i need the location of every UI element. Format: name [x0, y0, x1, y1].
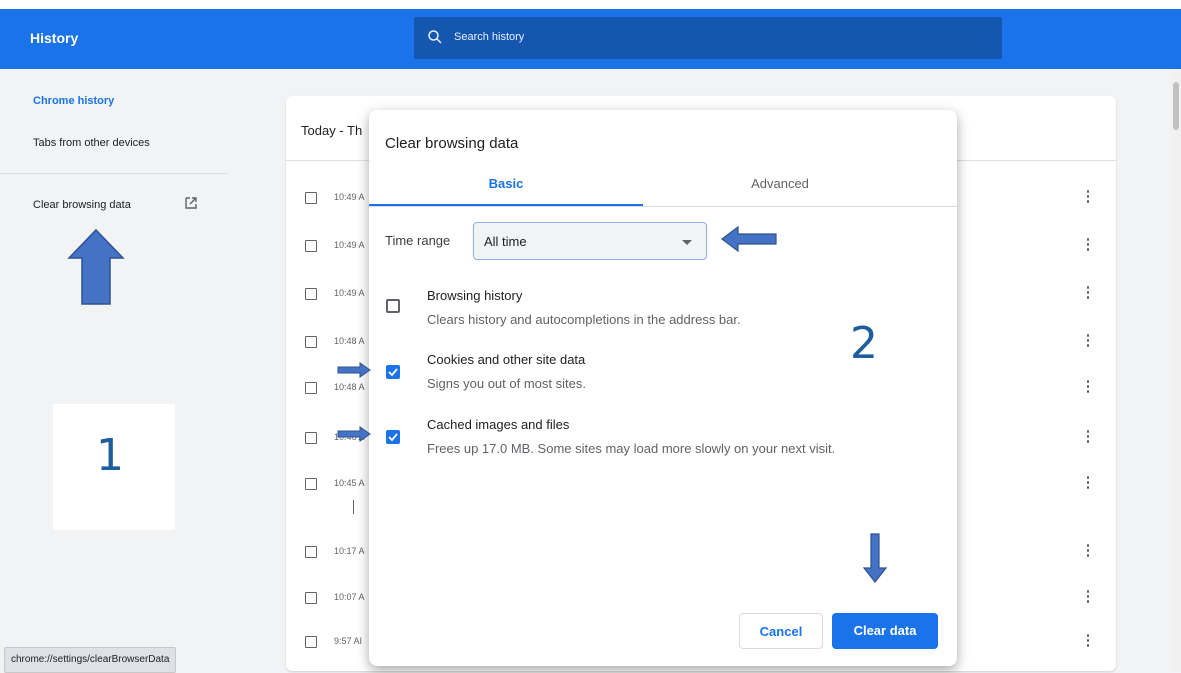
annotation-left-arrow — [721, 225, 777, 253]
tab-advanced[interactable]: Advanced — [643, 176, 917, 191]
more-vert-icon[interactable] — [1086, 380, 1090, 394]
check-icon — [388, 368, 398, 377]
sidebar-item-tabs-from-other-devices[interactable]: Tabs from other devices — [33, 137, 150, 149]
more-vert-icon[interactable] — [1086, 190, 1090, 204]
checkbox-cookies[interactable] — [386, 365, 400, 379]
row-time: 10:49 A — [334, 240, 365, 250]
dialog-title: Clear browsing data — [385, 135, 519, 152]
checkbox-browsing-history[interactable] — [386, 299, 400, 313]
option-description: Frees up 17.0 MB. Some sites may load mo… — [427, 441, 836, 456]
row-checkbox[interactable] — [305, 592, 317, 604]
open-in-new-icon[interactable] — [184, 196, 198, 210]
sidebar-item-clear-browsing-data[interactable]: Clear browsing data — [33, 199, 131, 211]
row-checkbox[interactable] — [305, 382, 317, 394]
row-checkbox[interactable] — [305, 432, 317, 444]
more-vert-icon[interactable] — [1086, 634, 1090, 648]
row-checkbox[interactable] — [305, 336, 317, 348]
more-vert-icon[interactable] — [1086, 476, 1090, 490]
annotation-step-1: 1 — [96, 430, 124, 481]
row-time: 10:49 A — [334, 288, 365, 298]
dropdown-arrow-icon — [682, 240, 692, 245]
cancel-button[interactable]: Cancel — [739, 613, 823, 649]
check-icon — [388, 433, 398, 442]
option-description: Clears history and autocompletions in th… — [427, 312, 741, 327]
more-vert-icon[interactable] — [1086, 430, 1090, 444]
search-bar[interactable]: Search history — [414, 17, 1002, 59]
annotation-down-arrow — [862, 533, 888, 583]
option-title: Browsing history — [427, 288, 523, 303]
row-time: 9:57 AI — [334, 636, 363, 646]
search-icon — [428, 30, 442, 44]
option-description: Signs you out of most sites. — [427, 376, 586, 391]
checkbox-cached-images[interactable] — [386, 430, 400, 444]
row-checkbox[interactable] — [305, 240, 317, 252]
option-title: Cookies and other site data — [427, 352, 586, 367]
row-checkbox[interactable] — [305, 288, 317, 300]
window-top-strip — [0, 0, 1181, 9]
row-time: 10:48 A — [334, 336, 365, 346]
row-checkbox[interactable] — [305, 192, 317, 204]
sidebar: Chrome history Tabs from other devices C… — [0, 69, 260, 671]
row-time: 10:49 A — [334, 192, 365, 202]
more-vert-icon[interactable] — [1086, 544, 1090, 558]
sidebar-item-chrome-history[interactable]: Chrome history — [33, 95, 114, 107]
more-vert-icon[interactable] — [1086, 590, 1090, 604]
history-header: History Search history — [0, 9, 1181, 69]
page-title: History — [30, 30, 79, 46]
option-cached-images[interactable]: Cached images and files Frees up 17.0 MB… — [369, 415, 957, 475]
option-title: Cached images and files — [427, 417, 570, 432]
status-bar-url: chrome://settings/clearBrowserData — [4, 647, 177, 673]
scrollbar-thumb[interactable] — [1173, 82, 1179, 130]
day-gap-marker — [353, 500, 354, 514]
annotation-right-arrow — [337, 362, 371, 378]
time-range-label: Time range — [385, 233, 451, 248]
row-time: 10:48 A — [334, 382, 365, 392]
page-scrollbar[interactable] — [1170, 69, 1181, 671]
row-time: 10:17 A — [334, 546, 365, 556]
tab-basic[interactable]: Basic — [369, 176, 643, 191]
row-checkbox[interactable] — [305, 636, 317, 648]
annotation-up-arrow — [67, 228, 125, 305]
more-vert-icon[interactable] — [1086, 238, 1090, 252]
row-time: 10:45 A — [334, 478, 365, 488]
tab-divider — [369, 206, 957, 207]
row-time: 10:07 A — [334, 592, 365, 602]
annotation-right-arrow — [337, 426, 371, 442]
sidebar-divider — [0, 173, 228, 174]
row-checkbox[interactable] — [305, 478, 317, 490]
clear-data-button[interactable]: Clear data — [832, 613, 938, 649]
more-vert-icon[interactable] — [1086, 334, 1090, 348]
time-range-value: All time — [484, 234, 527, 249]
annotation-step-2: 2 — [850, 318, 878, 369]
time-range-select[interactable]: All time — [473, 222, 707, 260]
more-vert-icon[interactable] — [1086, 286, 1090, 300]
search-input[interactable]: Search history — [454, 31, 524, 43]
history-date-heading: Today - Th — [301, 123, 363, 138]
row-checkbox[interactable] — [305, 546, 317, 558]
